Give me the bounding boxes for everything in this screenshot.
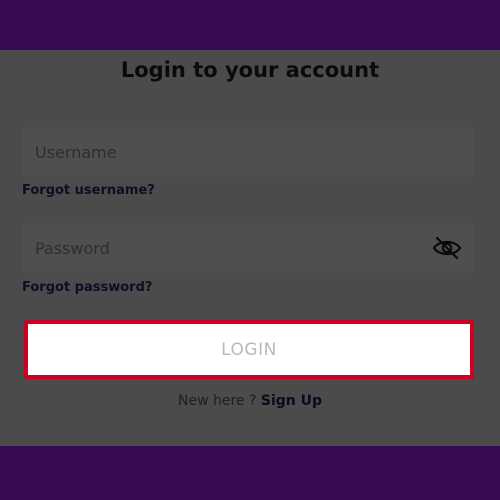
sign-up-link[interactable]: Sign Up	[261, 393, 322, 409]
forgot-username-link[interactable]: Forgot username?	[22, 183, 155, 198]
bottom-bar	[0, 446, 500, 500]
login-panel: Login to your account Forgot username? F…	[0, 50, 500, 446]
password-field-container	[22, 223, 474, 273]
new-here-text: New here ?	[177, 393, 261, 409]
password-input[interactable]	[22, 223, 474, 273]
page-title: Login to your account	[120, 58, 380, 82]
eye-slash-icon[interactable]	[432, 235, 462, 261]
username-input[interactable]	[22, 127, 474, 177]
top-bar	[0, 0, 500, 50]
signup-row: New here ? Sign Up	[0, 393, 500, 409]
forgot-password-link[interactable]: Forgot password?	[22, 280, 152, 295]
username-field-container	[22, 127, 474, 177]
login-button[interactable]: LOGIN	[24, 320, 474, 379]
